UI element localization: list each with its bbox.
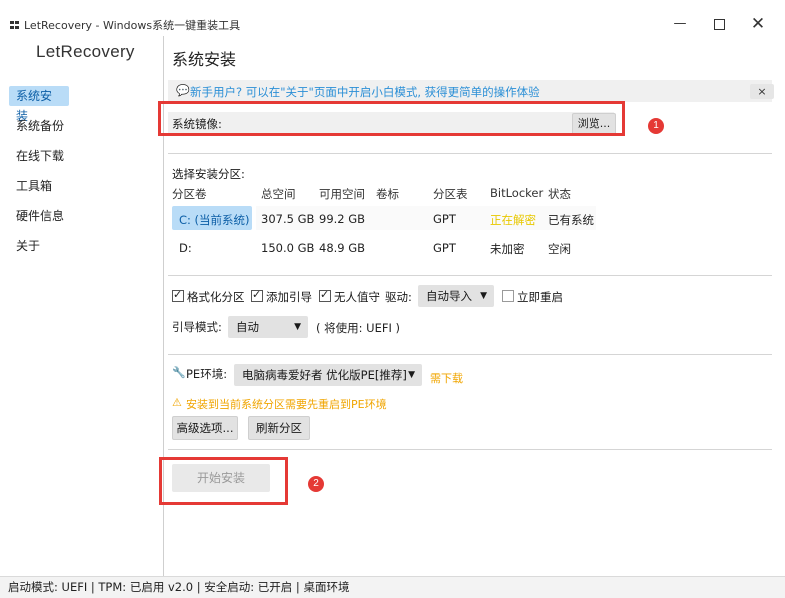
pe-dropdown[interactable]: 电脑病毒爱好者 优化版PE[推荐] ▼ [234,364,422,386]
maximize-button[interactable] [709,14,729,34]
cell-free: 48.9 GB [319,241,366,255]
partition-title: 选择安装分区: [172,167,245,181]
col-free: 可用空间 [319,187,365,201]
sidebar-item-toolbox[interactable]: 工具箱 [16,176,52,196]
boot-mode-note: ( 将使用: UEFI ) [316,321,401,335]
driver-dropdown[interactable]: 自动导入 ▼ [418,285,494,307]
driver-label: 驱动: [385,290,412,304]
close-button[interactable]: ✕ [748,14,768,34]
caret-down-icon: ▼ [480,291,487,301]
boot-checkbox[interactable]: 添加引导 [251,288,312,305]
unattended-checkbox[interactable]: 无人值守 [319,288,380,305]
format-checkbox[interactable]: 格式化分区 [172,288,245,305]
checkbox-unchecked-icon [502,290,514,302]
pe-label: PE环境: [186,367,228,381]
col-table: 分区表 [433,187,468,201]
col-label: 卷标 [376,187,399,201]
sidebar: LetRecovery 系统安装 系统备份 在线下载 工具箱 硬件信息 关于 [0,36,163,576]
hint-text: 新手用户? 可以在"关于"页面中开启小白模式, 获得更简单的操作体验 [190,85,540,99]
window-title: LetRecovery - Windows系统一键重装工具 [24,19,241,32]
cell-bitlocker: 正在解密 [490,213,536,227]
warning-icon: ⚠ [172,396,182,409]
cell-table: GPT [433,212,456,226]
checkbox-checked-icon [251,288,263,302]
wrench-icon: 🔧 [172,366,186,379]
status-bar: 启动模式: UEFI | TPM: 已启用 v2.0 | 安全启动: 已开启 |… [0,576,785,598]
divider [168,354,772,355]
cell-status: 空闲 [548,242,571,256]
driver-value: 自动导入 [426,289,472,303]
sidebar-item-about[interactable]: 关于 [16,236,40,256]
minimize-button[interactable]: — [670,14,690,34]
pe-download-status: 需下载 [430,372,463,385]
unattended-label: 无人值守 [334,290,380,304]
reboot-checkbox[interactable]: 立即重启 [502,289,563,305]
col-total: 总空间 [261,187,296,201]
reboot-label: 立即重启 [517,290,563,304]
hint-bar: 💬 新手用户? 可以在"关于"页面中开启小白模式, 获得更简单的操作体验 × [168,80,774,102]
cell-status: 已有系统 [548,213,594,227]
sidebar-item-hardware[interactable]: 硬件信息 [16,206,64,226]
sidebar-item-backup[interactable]: 系统备份 [16,116,64,136]
app-icon [10,21,19,29]
status-text: 启动模式: UEFI | TPM: 已启用 v2.0 | 安全启动: 已开启 |… [8,580,350,594]
sidebar-item-install[interactable]: 系统安装 [9,86,69,123]
refresh-partitions-button[interactable]: 刷新分区 [248,416,310,440]
col-status: 状态 [548,187,571,201]
annotation-box-1 [158,101,625,136]
cell-bitlocker: 未加密 [490,242,525,256]
checkbox-checked-icon [319,288,331,302]
advanced-options-button[interactable]: 高级选项... [172,416,238,440]
divider [168,153,772,154]
cell-table: GPT [433,241,456,255]
boot-mode-dropdown[interactable]: 自动 ▼ [228,316,308,338]
cell-total: 307.5 GB [261,212,315,226]
annotation-box-2 [159,457,288,505]
boot-label: 添加引导 [266,290,312,304]
app-logo: LetRecovery [36,42,135,61]
title-bar: LetRecovery - Windows系统一键重装工具 — ✕ [0,0,785,36]
chat-icon: 💬 [176,84,190,97]
divider [168,449,772,450]
caret-down-icon: ▼ [408,370,415,380]
cell-volume[interactable]: C: (当前系统) [179,212,250,228]
page-title: 系统安装 [172,50,237,69]
boot-mode-value: 自动 [236,320,259,334]
pe-value: 电脑病毒爱好者 优化版PE[推荐] [242,368,407,382]
checkbox-checked-icon [172,288,184,302]
hint-close-button[interactable]: × [750,84,774,99]
pe-warning-text: 安装到当前系统分区需要先重启到PE环境 [186,398,387,411]
divider [168,275,772,276]
annotation-badge-1: 1 [648,118,664,134]
cell-free: 99.2 GB [319,212,366,226]
boot-mode-label: 引导模式: [172,320,222,334]
cell-total: 150.0 GB [261,241,315,255]
format-label: 格式化分区 [187,290,245,304]
caret-down-icon: ▼ [294,322,301,332]
sidebar-item-download[interactable]: 在线下载 [16,146,64,166]
cell-volume[interactable]: D: [179,241,192,255]
maximize-icon [713,19,725,30]
col-volume: 分区卷 [172,187,207,201]
annotation-badge-2: 2 [308,476,324,492]
col-bitlocker: BitLocker [490,186,544,200]
